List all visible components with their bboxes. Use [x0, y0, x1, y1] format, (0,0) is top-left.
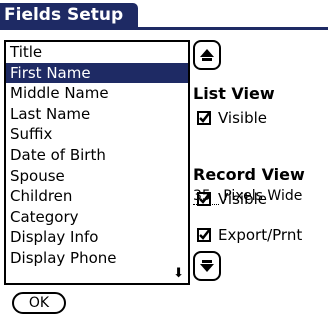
list-item[interactable]: Last Name [6, 104, 188, 125]
list-item[interactable]: Display Phone [6, 248, 188, 269]
list-scroll-down-icon[interactable]: ⬇ [173, 267, 184, 280]
list-item[interactable]: Date of Birth [6, 145, 188, 166]
list-visible-row[interactable]: Visible [197, 109, 267, 127]
record-view-title: Record View [193, 165, 305, 184]
move-up-button[interactable] [193, 40, 221, 70]
export-row[interactable]: Export/Prnt [197, 226, 302, 244]
ok-button[interactable]: OK [12, 292, 66, 314]
checkbox-checked-icon[interactable] [197, 228, 211, 242]
list-item[interactable]: Middle Name [6, 83, 188, 104]
list-item[interactable]: Suffix [6, 124, 188, 145]
list-item[interactable]: Display Info [6, 227, 188, 248]
list-item[interactable]: Children [6, 186, 188, 207]
list-view-title: List View [193, 84, 275, 103]
list-visible-label: Visible [218, 109, 267, 127]
title-divider [0, 27, 328, 30]
record-visible-label: Visible [218, 190, 267, 208]
list-item-selected[interactable]: First Name [6, 62, 188, 84]
export-print-label: Export/Prnt [218, 226, 303, 244]
list-item[interactable]: Title [6, 42, 188, 63]
up-arrow-icon [200, 49, 214, 61]
window-title: Fields Setup [0, 3, 138, 28]
checkbox-checked-icon[interactable] [197, 111, 211, 125]
list-item[interactable]: Spouse [6, 166, 188, 187]
down-arrow-icon [200, 260, 214, 272]
list-item[interactable]: Category [6, 207, 188, 228]
checkbox-checked-icon[interactable] [197, 192, 211, 206]
fields-list[interactable]: Title First Name Middle Name Last Name S… [4, 40, 190, 285]
move-down-button[interactable] [193, 251, 221, 281]
record-visible-row[interactable]: Visible [197, 190, 267, 208]
